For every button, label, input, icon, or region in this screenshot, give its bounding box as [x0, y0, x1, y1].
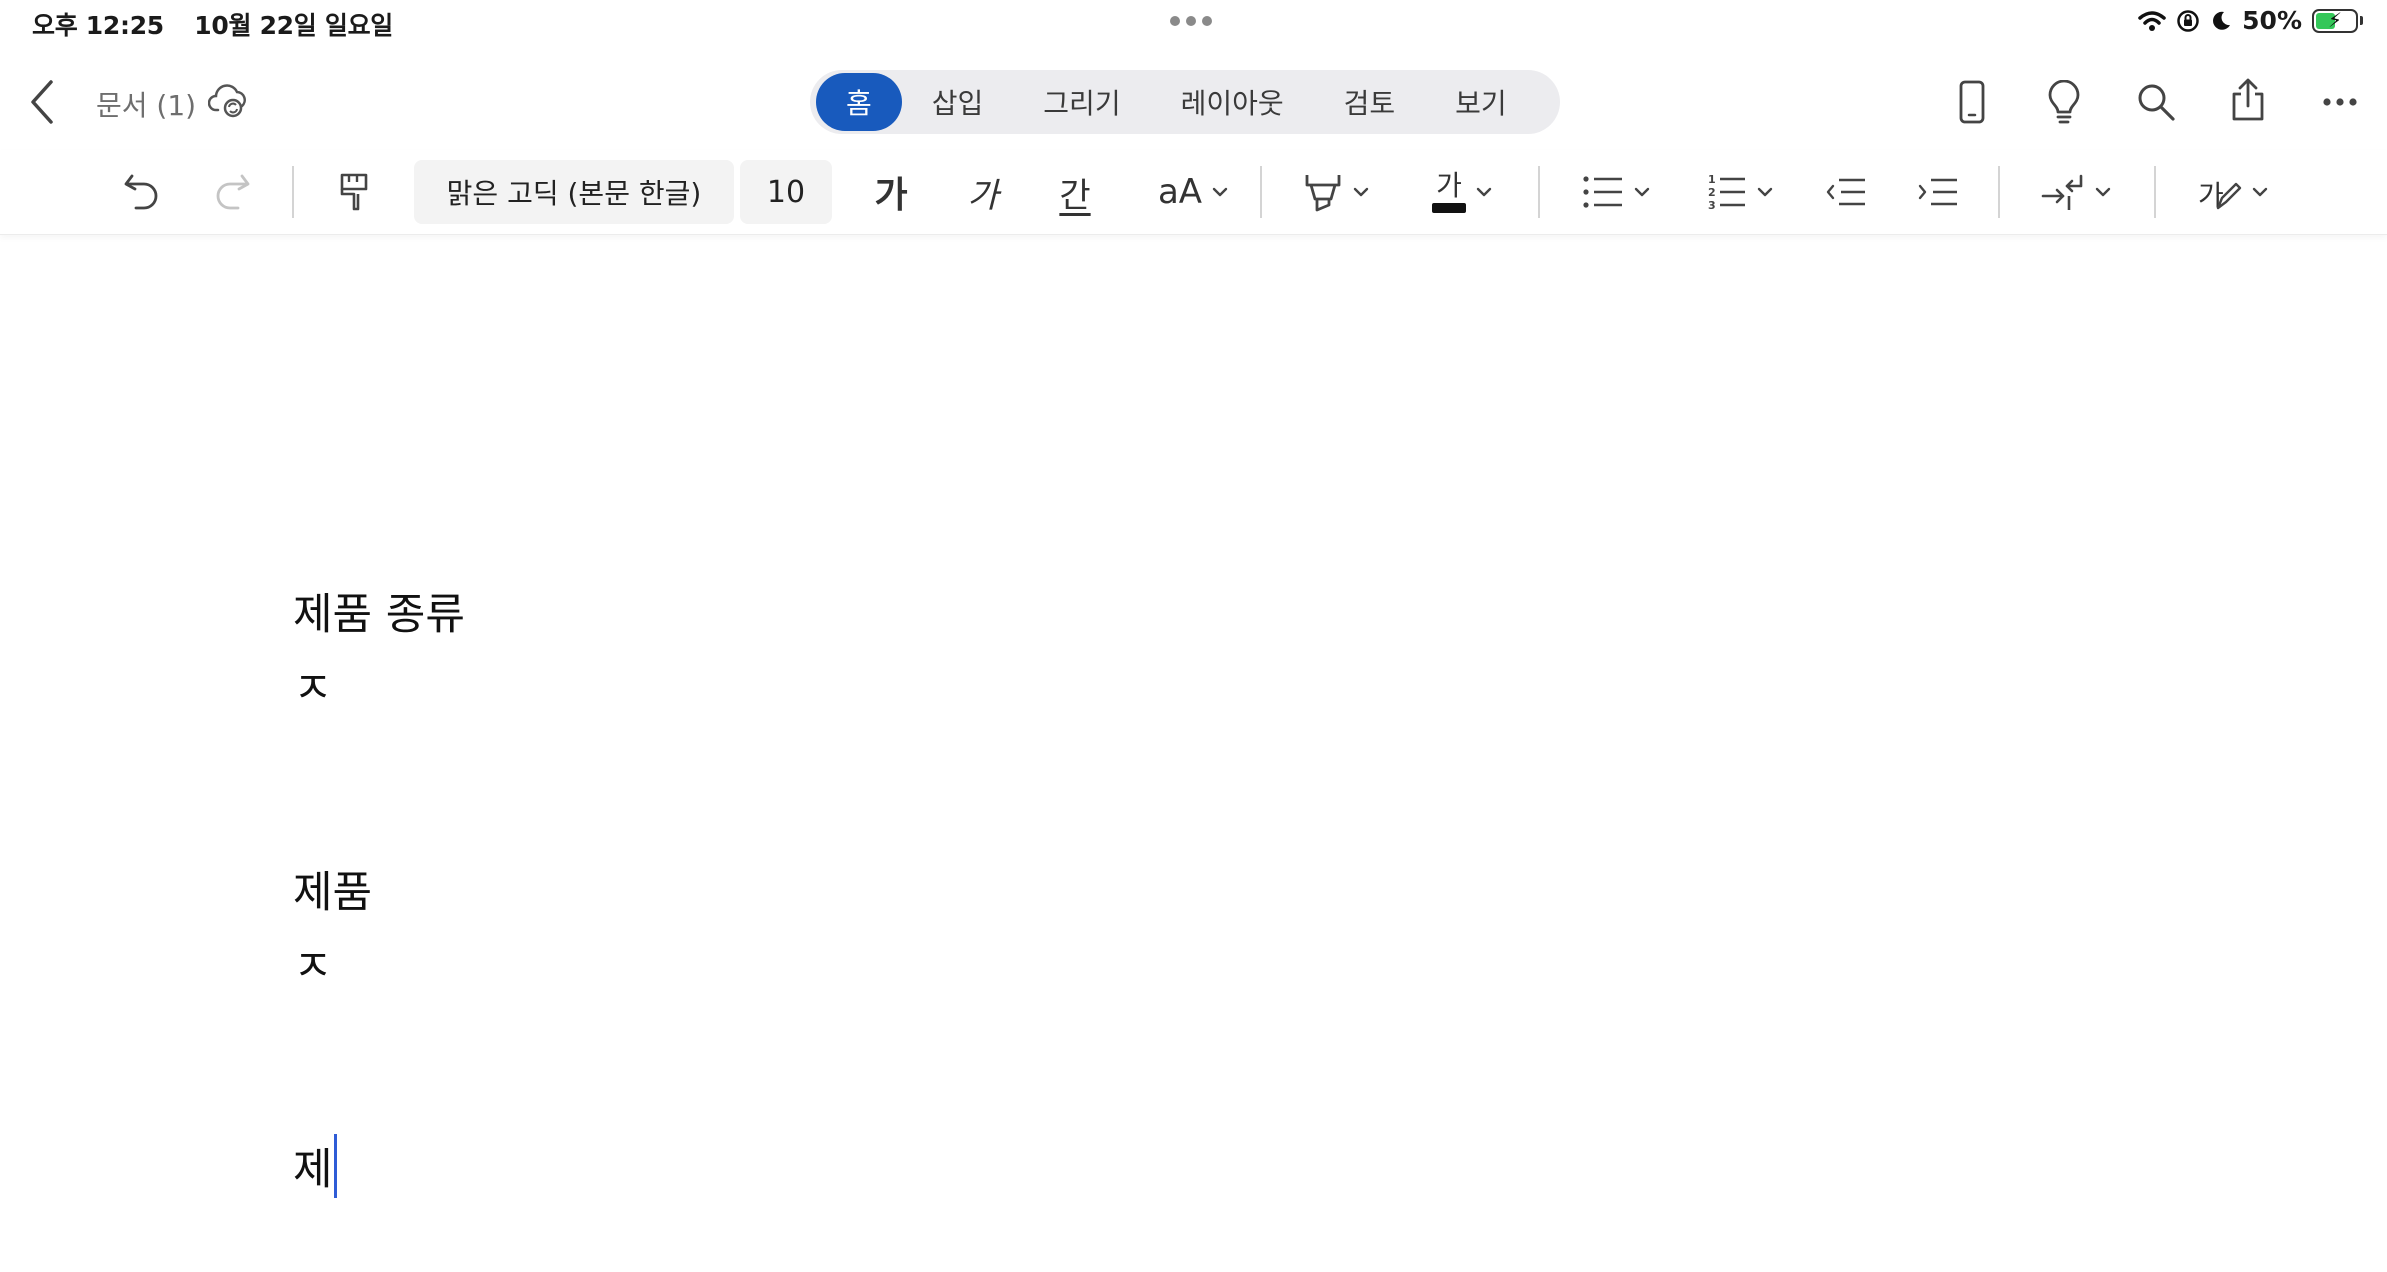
battery-percentage: 50%: [2242, 6, 2302, 35]
font-color-glyph: 가: [1436, 168, 1462, 202]
font-size-adjust-label: aA: [1157, 172, 1203, 212]
ideas-button[interactable]: [2034, 72, 2094, 132]
status-time: 오후 12:25: [32, 11, 164, 40]
more-button[interactable]: [2310, 72, 2370, 132]
highlighter-icon: [1305, 175, 1341, 212]
ribbon-separator: [2154, 166, 2156, 218]
chevron-down-icon: [2252, 187, 2268, 197]
styles-icon: 가: [2198, 172, 2242, 212]
font-color-swatch: [1432, 202, 1466, 213]
ribbon-separator: [1260, 166, 1262, 218]
paragraph[interactable]: ㅈ: [293, 932, 333, 994]
status-date: 10월 22일 일요일: [194, 11, 393, 40]
font-color-button[interactable]: 가: [1420, 162, 1504, 222]
underline-button[interactable]: 간: [1040, 162, 1110, 222]
undo-icon: [124, 174, 158, 210]
share-icon: [2232, 78, 2264, 121]
svg-text:1: 1: [1708, 173, 1716, 186]
font-name-select[interactable]: 맑은 고딕 (본문 한글): [414, 160, 734, 224]
chevron-down-icon: [1212, 187, 1228, 197]
battery-cap: [2360, 16, 2363, 25]
cloud-sync-button[interactable]: [207, 80, 250, 122]
redo-icon: [216, 174, 250, 210]
tab-review[interactable]: 검토: [1314, 73, 1426, 131]
font-size-adjust-button[interactable]: aA: [1138, 162, 1248, 222]
lightbulb-icon: [2048, 80, 2080, 124]
numbering-icon: 1 2 3: [1708, 173, 1745, 212]
styles-button[interactable]: 가: [2188, 162, 2278, 222]
chevron-down-icon: [2095, 187, 2111, 197]
ribbon-separator: [1538, 166, 1540, 218]
ribbon-tabs: 홈 삽입 그리기 레이아웃 검토 보기: [810, 70, 1560, 134]
share-button[interactable]: [2218, 70, 2278, 130]
bolt-icon: ⚡: [2327, 7, 2343, 32]
chevron-down-icon: [1353, 187, 1369, 197]
paragraph-options-button[interactable]: [2034, 162, 2118, 222]
paragraph-icon: [2041, 174, 2083, 210]
paragraph[interactable]: 제품: [293, 858, 372, 920]
increase-indent-button[interactable]: [1908, 162, 1968, 222]
title-bar: 문서 (1) 홈 삽입 그리기 레이아웃 검토 보기: [0, 60, 2387, 144]
svg-text:3: 3: [1708, 199, 1716, 212]
ribbon-separator: [1998, 166, 2000, 218]
mobile-view-button[interactable]: [1942, 72, 2002, 132]
paragraph-text: 제: [293, 1145, 333, 1195]
tab-view[interactable]: 보기: [1425, 73, 1537, 131]
undo-button[interactable]: [112, 162, 172, 222]
text-cursor: [333, 1134, 337, 1198]
status-indicators: 50% ⚡: [2138, 6, 2363, 35]
decrease-indent-icon: [1826, 178, 1865, 206]
document-title[interactable]: 문서 (1): [96, 84, 196, 124]
tab-draw[interactable]: 그리기: [1013, 73, 1150, 131]
svg-text:2: 2: [1708, 186, 1716, 199]
moon-icon: [2213, 11, 2231, 30]
orientation-lock-icon: [2177, 9, 2199, 32]
more-icon: [2323, 98, 2357, 106]
font-color-icon: 가: [1432, 168, 1466, 213]
decrease-indent-button[interactable]: [1816, 162, 1876, 222]
font-size-select[interactable]: 10: [740, 160, 832, 224]
document-canvas[interactable]: 제품 종류 ㅈ 제품 ㅈ 제: [0, 236, 2387, 1272]
format-painter-button[interactable]: [324, 162, 384, 222]
paragraph-active[interactable]: 제: [293, 1134, 337, 1198]
cloud-sync-icon: [207, 84, 246, 118]
status-bar: 오후 12:25 10월 22일 일요일 50% ⚡: [0, 0, 2387, 44]
chevron-left-icon: [31, 80, 53, 124]
home-ribbon: 맑은 고딕 (본문 한글) 10 가 가 간 aA 가 1 2 3 가: [0, 150, 2387, 235]
tab-insert[interactable]: 삽입: [902, 73, 1014, 131]
bullets-button[interactable]: [1574, 162, 1658, 222]
search-button[interactable]: [2126, 72, 2186, 132]
paragraph[interactable]: ㅈ: [293, 654, 333, 716]
format-painter-icon: [340, 173, 368, 211]
paragraph[interactable]: 제품 종류: [293, 580, 465, 642]
battery-charging-icon: ⚡: [2312, 7, 2358, 33]
chevron-down-icon: [1757, 187, 1773, 197]
bold-button[interactable]: 가: [856, 162, 926, 222]
tab-home[interactable]: 홈: [816, 73, 902, 131]
numbering-button[interactable]: 1 2 3: [1698, 162, 1782, 222]
tab-layout[interactable]: 레이아웃: [1151, 73, 1314, 131]
multitask-dots-icon[interactable]: [1170, 16, 1212, 26]
status-time-date: 오후 12:25 10월 22일 일요일: [32, 6, 415, 42]
pen-icon: [2216, 182, 2242, 210]
increase-indent-icon: [1918, 178, 1957, 206]
chevron-down-icon: [1476, 187, 1492, 197]
italic-button[interactable]: 가: [948, 162, 1018, 222]
wifi-icon: [2138, 10, 2166, 31]
mobile-view-icon: [1959, 80, 1985, 124]
ribbon-separator: [292, 166, 294, 218]
redo-button[interactable]: [202, 162, 262, 222]
highlighter-button[interactable]: [1294, 162, 1378, 222]
search-icon: [2138, 84, 2175, 121]
bullets-icon: [1583, 176, 1622, 208]
chevron-down-icon: [1634, 187, 1650, 197]
back-button[interactable]: [20, 72, 64, 132]
